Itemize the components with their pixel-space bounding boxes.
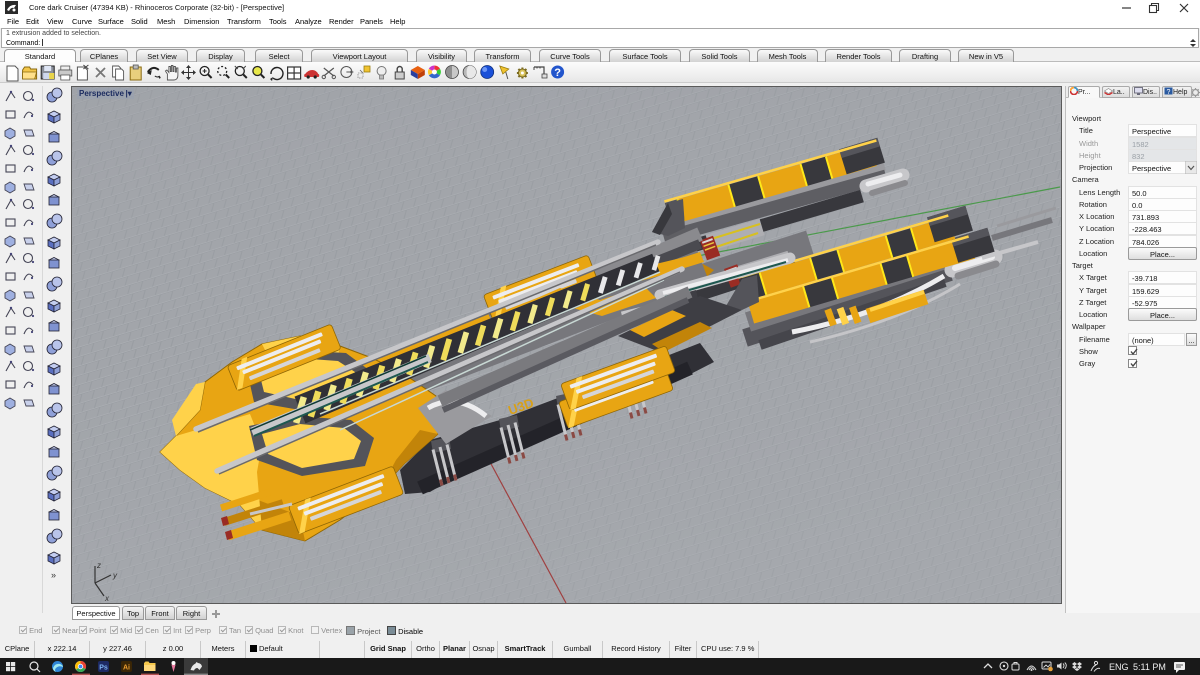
svg-text:5:11 PM: 5:11 PM [1133, 662, 1166, 672]
svg-text:ENG: ENG [1109, 662, 1129, 672]
svg-text:»: » [51, 570, 56, 580]
svg-text:z: z [96, 561, 101, 570]
svg-text:Ai: Ai [123, 665, 130, 672]
svg-text:?: ? [1167, 89, 1171, 95]
svg-text:?: ? [554, 67, 561, 79]
svg-text:Ps: Ps [99, 665, 108, 672]
